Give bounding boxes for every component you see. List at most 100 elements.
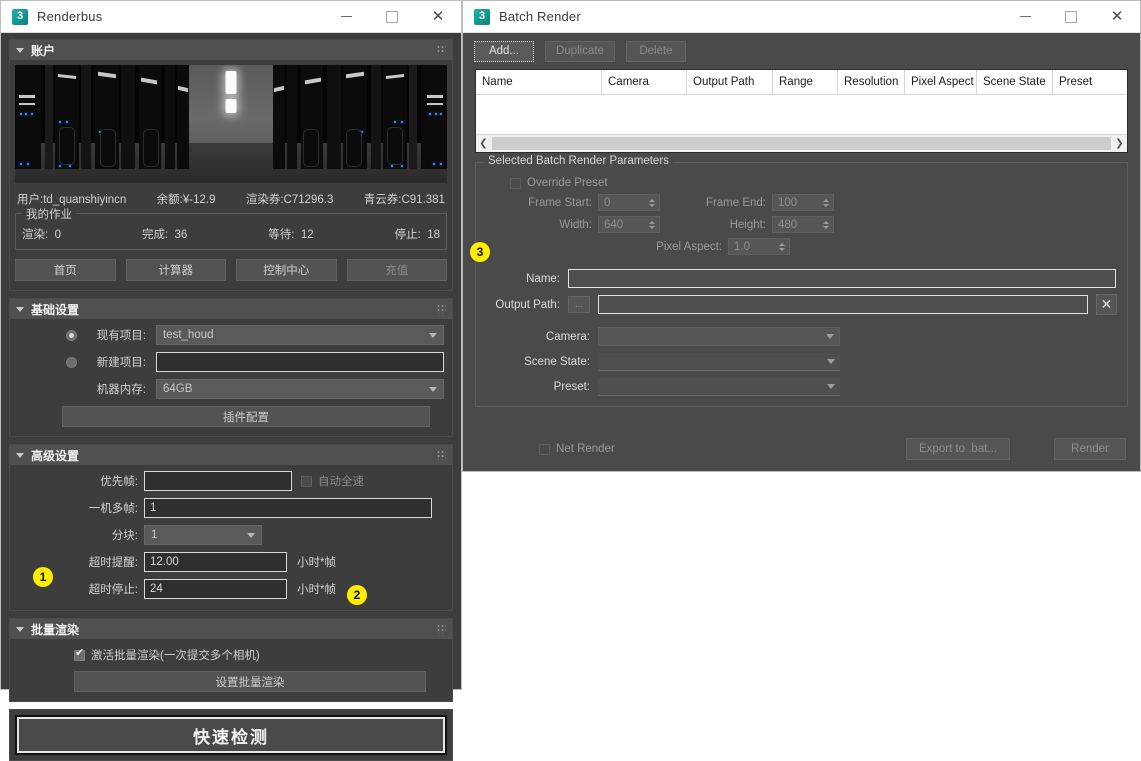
job-stat-value-stopped: 18 — [427, 229, 440, 241]
account-balance-label: 余额:¥-12.9 — [157, 191, 216, 207]
override-preset-checkbox[interactable] — [510, 178, 521, 189]
home-button[interactable]: 首页 — [15, 259, 116, 281]
maximize-button[interactable] — [1048, 2, 1094, 32]
auto-full-speed-checkbox[interactable] — [301, 476, 312, 487]
quick-check-group: 快速检测 — [9, 709, 453, 761]
collapse-triangle-icon[interactable] — [16, 48, 24, 53]
scene-state-select[interactable] — [598, 353, 840, 371]
batch-settings-button[interactable]: 设置批量渲染 — [74, 671, 426, 692]
camera-select[interactable] — [598, 327, 840, 346]
renderbus-titlebar: 3 Renderbus ✕ — [1, 1, 461, 33]
batch-render-header[interactable]: 批量渲染 — [10, 619, 452, 639]
frame-start-spinner[interactable]: 0 — [598, 194, 660, 211]
account-render-coupon-label: 渲染券:C71296.3 — [246, 191, 334, 207]
output-path-input[interactable] — [598, 295, 1088, 314]
preview-lamp-icon — [226, 99, 237, 113]
list-horizontal-scrollbar[interactable]: ❮ ❯ — [476, 134, 1127, 152]
annotation-badge-2: 2 — [347, 585, 367, 605]
height-value: 480 — [778, 219, 820, 231]
net-render-checkbox[interactable] — [539, 444, 550, 455]
activate-batch-row: 激活批量渲染(一次提交多个相机) — [74, 647, 444, 663]
job-stat-value-waiting: 12 — [301, 229, 314, 241]
close-button[interactable]: ✕ — [415, 2, 461, 32]
maximize-button[interactable] — [369, 2, 415, 32]
machine-memory-row: 机器内存: 64GB — [18, 379, 444, 399]
add-button[interactable]: Add... — [474, 41, 534, 62]
account-user-label: 用户:td_quanshiyincn — [17, 191, 126, 207]
existing-project-select[interactable]: test_houd — [156, 325, 444, 345]
new-project-radio[interactable] — [66, 357, 77, 368]
list-body-empty[interactable] — [476, 95, 1127, 134]
job-stat-label-rendering: 渲染: — [22, 229, 48, 241]
quick-check-button[interactable]: 快速检测 — [15, 715, 447, 755]
column-header-camera[interactable]: Camera — [602, 70, 687, 94]
net-render-label: Net Render — [556, 443, 615, 455]
scroll-right-icon[interactable]: ❯ — [1112, 138, 1127, 149]
minimize-button[interactable] — [323, 2, 369, 32]
machine-memory-value: 64GB — [163, 383, 429, 395]
column-header-output-path[interactable]: Output Path — [687, 70, 773, 94]
column-header-pixel-aspect[interactable]: Pixel Aspect — [905, 70, 977, 94]
recharge-button[interactable]: 充值 — [347, 259, 448, 281]
export-to-bat-button[interactable]: Export to .bat... — [906, 438, 1010, 460]
account-qingyun-coupon-label: 青云券:C91.381 — [364, 191, 445, 207]
minimize-icon — [341, 16, 352, 17]
spinner-arrows-icon[interactable] — [776, 243, 787, 251]
clear-output-path-icon[interactable]: ✕ — [1096, 294, 1117, 315]
new-project-input[interactable] — [156, 352, 444, 372]
width-spinner[interactable]: 640 — [598, 216, 660, 233]
delete-button[interactable]: Delete — [626, 41, 686, 62]
maximize-icon — [386, 11, 398, 23]
name-input[interactable] — [568, 269, 1116, 288]
render-button[interactable]: Render — [1054, 438, 1126, 460]
account-button-row: 首页 计算器 控制中心 充值 — [15, 259, 447, 281]
collapse-triangle-icon[interactable] — [16, 307, 24, 312]
preset-select[interactable] — [598, 378, 840, 396]
machine-memory-select[interactable]: 64GB — [156, 379, 444, 399]
timeout-stop-input[interactable]: 24 — [144, 579, 287, 599]
spinner-arrows-icon[interactable] — [820, 221, 831, 229]
advanced-settings-header[interactable]: 高级设置 — [10, 445, 452, 465]
pixel-aspect-spinner[interactable]: 1.0 — [728, 238, 790, 255]
account-group-title: 账户 — [31, 42, 55, 59]
column-header-preset[interactable]: Preset — [1053, 70, 1123, 94]
column-header-resolution[interactable]: Resolution — [838, 70, 905, 94]
close-button[interactable]: ✕ — [1094, 2, 1140, 32]
machine-memory-label: 机器内存: — [84, 381, 146, 397]
output-path-browse-button[interactable]: ... — [568, 296, 590, 313]
height-spinner[interactable]: 480 — [772, 216, 834, 233]
multi-frame-input[interactable]: 1 — [144, 498, 432, 518]
plugin-config-button[interactable]: 插件配置 — [62, 406, 430, 427]
existing-project-radio[interactable] — [66, 330, 77, 341]
column-header-name[interactable]: Name — [476, 70, 602, 94]
account-group: 账户 — [9, 39, 453, 291]
priority-frame-input[interactable] — [144, 471, 292, 491]
close-icon: ✕ — [1111, 9, 1124, 24]
column-header-scene-state[interactable]: Scene State — [977, 70, 1053, 94]
timeout-warn-input[interactable]: 12.00 — [144, 552, 287, 572]
block-value: 1 — [151, 529, 247, 541]
collapse-triangle-icon[interactable] — [16, 453, 24, 458]
collapse-triangle-icon[interactable] — [16, 627, 24, 632]
my-jobs-fieldset: 我的作业 渲染: 0 完成: 36 等待: 12 停止: 18 — [15, 213, 447, 250]
activate-batch-checkbox[interactable] — [74, 650, 85, 661]
activate-batch-label: 激活批量渲染(一次提交多个相机) — [91, 647, 260, 663]
minimize-button[interactable] — [1002, 2, 1048, 32]
batch-render-window: 3 Batch Render ✕ Add... Duplicate Delete… — [462, 0, 1141, 472]
scrollbar-thumb[interactable] — [492, 137, 1111, 150]
duplicate-button[interactable]: Duplicate — [545, 41, 615, 62]
spinner-arrows-icon[interactable] — [646, 199, 657, 207]
multi-frame-row: 一机多帧: 1 — [18, 498, 444, 518]
spinner-arrows-icon[interactable] — [820, 199, 831, 207]
control-center-button[interactable]: 控制中心 — [236, 259, 337, 281]
account-group-header[interactable]: 账户 — [10, 40, 452, 60]
scroll-left-icon[interactable]: ❮ — [476, 138, 491, 149]
new-project-row: 新建项目: — [18, 352, 444, 372]
batch-render-list[interactable]: Name Camera Output Path Range Resolution… — [475, 69, 1128, 153]
basic-settings-header[interactable]: 基础设置 — [10, 299, 452, 319]
spinner-arrows-icon[interactable] — [646, 221, 657, 229]
block-select[interactable]: 1 — [144, 525, 262, 545]
frame-end-spinner[interactable]: 100 — [772, 194, 834, 211]
calculator-button[interactable]: 计算器 — [126, 259, 227, 281]
column-header-range[interactable]: Range — [773, 70, 838, 94]
